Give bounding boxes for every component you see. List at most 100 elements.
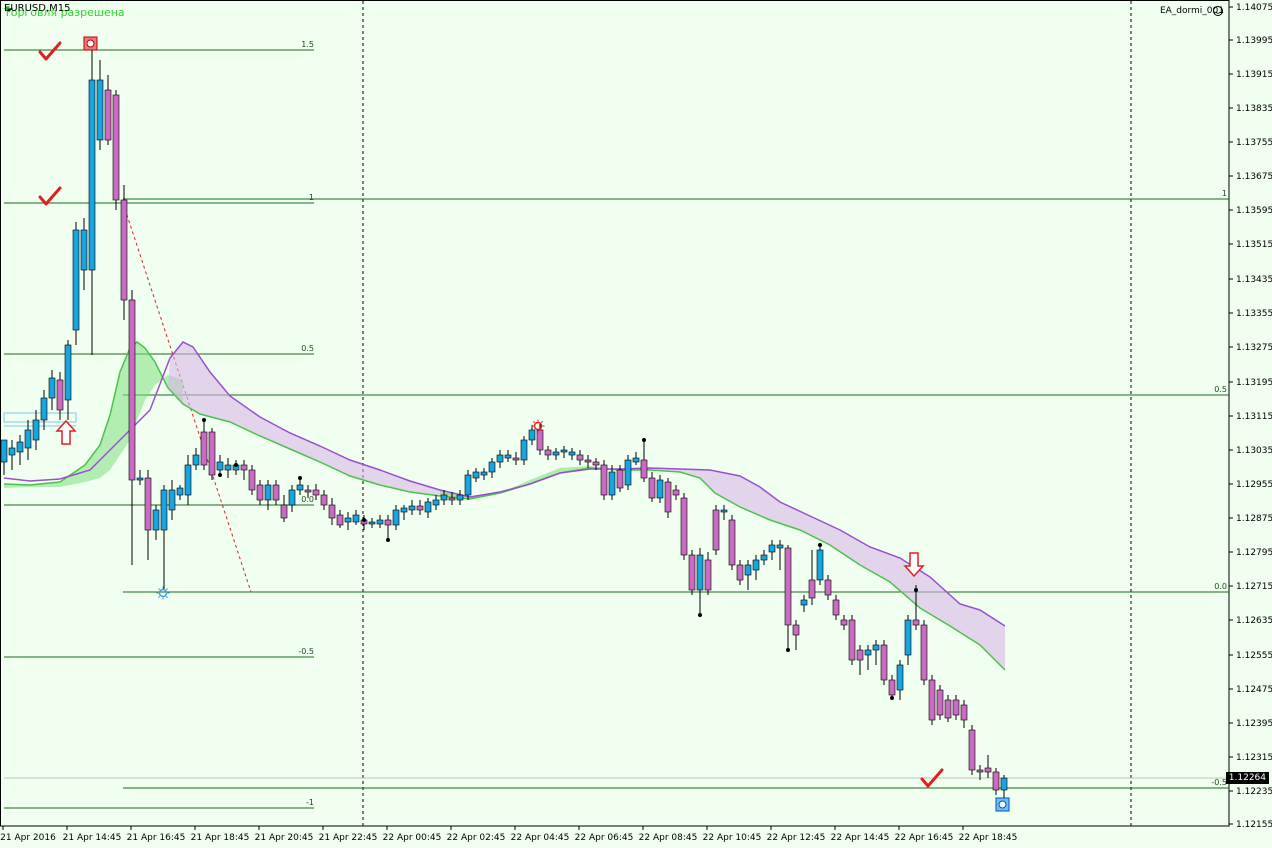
bear-candle — [984, 767, 992, 773]
bull-candle — [720, 509, 728, 513]
swing-point-dot — [202, 418, 206, 422]
price-axis-label: 1.12475 — [1236, 685, 1272, 695]
checkmark-icon — [38, 41, 62, 61]
price-axis-label: 1.12635 — [1236, 616, 1272, 626]
low-marker-icon-ray — [158, 588, 161, 591]
bear-candle — [256, 484, 264, 501]
bull-candle — [168, 489, 176, 511]
bull-candle — [552, 451, 560, 456]
fib-level-right-label: 0.5 — [1214, 385, 1227, 394]
bull-candle — [288, 489, 296, 506]
bear-candle — [784, 547, 792, 626]
bull-candle — [376, 519, 384, 525]
bear-candle — [584, 459, 592, 463]
bull-candle — [32, 419, 40, 441]
bull-candle — [624, 459, 632, 486]
high-marker-icon-ray — [533, 421, 536, 424]
time-axis-label: 22 Apr 12:45 — [767, 833, 826, 843]
buy-signal-icon-core — [998, 800, 1007, 809]
bull-candle — [752, 559, 760, 571]
bull-candle — [48, 377, 56, 399]
current-price-tag: 1.12264 — [1225, 772, 1269, 784]
bull-candle — [744, 564, 752, 576]
bull-candle — [352, 514, 360, 523]
bull-candle — [488, 461, 496, 473]
fib-level-left-label: 1.5 — [301, 40, 314, 49]
swing-point-dot — [914, 588, 918, 592]
bear-candle — [840, 619, 848, 626]
bull-candle — [432, 499, 440, 506]
bull-candle — [896, 664, 904, 691]
sell-signal-icon-core — [86, 39, 95, 48]
time-axis-label: 21 Apr 14:45 — [63, 833, 122, 843]
bear-candle — [336, 514, 344, 526]
bear-candle — [640, 459, 648, 479]
bear-candle — [616, 469, 624, 489]
bear-candle — [680, 497, 688, 556]
bull-candle — [560, 449, 568, 453]
bear-candle — [960, 704, 968, 721]
bull-candle — [696, 554, 704, 591]
bull-candle — [184, 464, 192, 496]
bear-candle — [280, 504, 288, 519]
bear-candle — [120, 199, 128, 301]
bear-candle — [736, 564, 744, 581]
bear-candle — [944, 699, 952, 719]
bull-candle — [568, 451, 576, 456]
bear-candle — [888, 679, 896, 696]
bear-candle — [512, 457, 520, 461]
time-axis-label: 22 Apr 04:45 — [511, 833, 570, 843]
plot-frame — [0, 0, 1230, 827]
price-axis-label: 1.13515 — [1236, 240, 1272, 250]
bear-candle — [672, 489, 680, 496]
time-axis-label: 22 Apr 16:45 — [895, 833, 954, 843]
price-axis-label: 1.12235 — [1236, 787, 1272, 797]
bear-candle — [208, 431, 216, 476]
bull-candle — [224, 464, 232, 471]
bull-candle — [40, 397, 48, 421]
price-axis-label: 1.13195 — [1236, 378, 1272, 388]
bull-candle — [464, 474, 472, 496]
fib-level-left-label: 0.5 — [301, 344, 314, 353]
price-chart[interactable]: 1.14075 1.13995 1.13915 1.13835 1.13755 1.136… — [0, 0, 1272, 848]
price-axis-label: 1.12795 — [1236, 548, 1272, 558]
swing-point-dot — [234, 463, 238, 467]
fib-level-left-label: -0.5 — [298, 647, 314, 656]
bear-candle — [928, 679, 936, 721]
bull-candle — [632, 457, 640, 463]
fib-level-left-label: 1 — [309, 193, 314, 202]
bear-candle — [600, 464, 608, 496]
bear-candle — [328, 504, 336, 519]
bull-candle — [760, 554, 768, 561]
bear-candle — [664, 481, 672, 513]
bull-candle — [816, 549, 824, 581]
time-axis-label: 22 Apr 14:45 — [831, 833, 890, 843]
bear-candle — [312, 489, 320, 496]
time-axis-label: 21 Apr 20:45 — [255, 833, 314, 843]
bull-candle — [800, 599, 808, 606]
price-axis-label: 1.12395 — [1236, 719, 1272, 729]
bull-candle — [776, 544, 784, 549]
chart-window[interactable]: 1.14075 1.13995 1.13915 1.13835 1.13755 1.136… — [0, 0, 1272, 848]
fib-level-right-label: -0.5 — [1211, 778, 1227, 787]
price-axis-label: 1.13355 — [1236, 309, 1272, 319]
bear-candle — [952, 699, 960, 716]
checkmark-icon — [38, 186, 62, 206]
time-axis-label: 21 Apr 18:45 — [191, 833, 250, 843]
bull-candle — [480, 471, 488, 476]
bear-candle — [304, 489, 312, 493]
swing-point-dot — [642, 438, 646, 442]
price-axis-label: 1.13595 — [1236, 206, 1272, 216]
expert-advisor-label[interactable]: EA_dormi_001 — [1160, 6, 1224, 16]
fib-level-right-label: 0.0 — [1214, 582, 1227, 591]
time-axis-label: 21 Apr 22:45 — [319, 833, 378, 843]
bear-candle — [992, 771, 1000, 791]
bull-candle — [80, 229, 88, 271]
bull-candle — [216, 461, 224, 471]
up-arrow-icon — [55, 419, 77, 445]
swing-point-dot — [362, 518, 366, 522]
bull-candle — [152, 509, 160, 531]
price-axis-label: 1.13115 — [1236, 412, 1272, 422]
bull-candle — [472, 471, 480, 479]
swing-point-dot — [698, 613, 702, 617]
